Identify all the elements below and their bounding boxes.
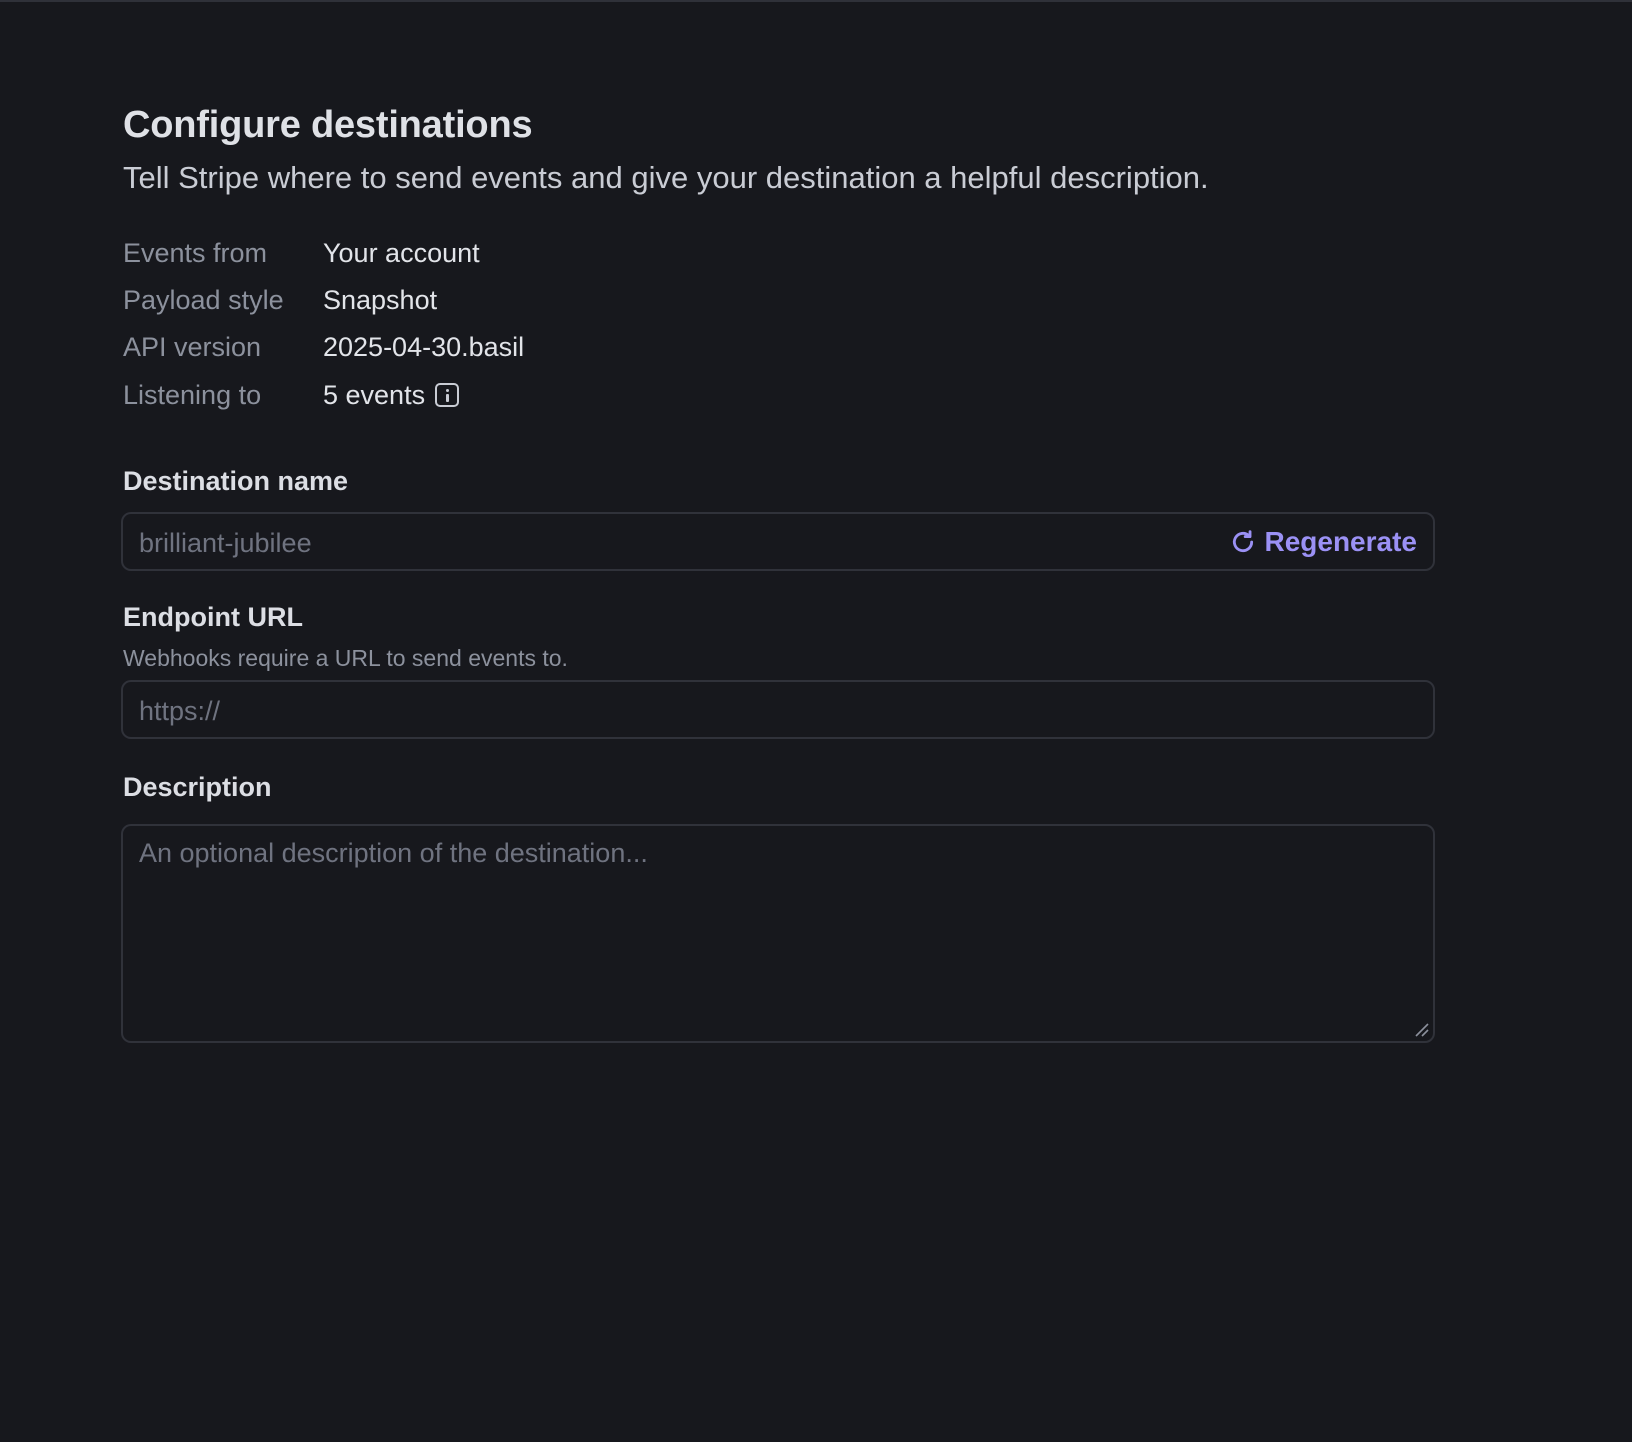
description-label: Description	[123, 772, 272, 802]
endpoint-url-placeholder: https://	[139, 696, 221, 726]
page-title: Configure destinations	[123, 104, 533, 146]
endpoint-url-help: Webhooks require a URL to send events to…	[123, 645, 568, 671]
refresh-icon	[1233, 530, 1254, 553]
events-count: 5 events	[323, 380, 426, 410]
description-textarea[interactable]: An optional description of the destinati…	[121, 824, 1435, 1043]
summary-value: Snapshot	[323, 285, 438, 315]
regenerate-button[interactable]: Regenerate	[1230, 526, 1417, 558]
destination-name-input[interactable]: brilliant-jubilee Regenerate	[121, 512, 1435, 571]
endpoint-url-input[interactable]: https://	[121, 680, 1435, 739]
summary-label: Events from	[123, 238, 268, 268]
description-placeholder: An optional description of the destinati…	[139, 838, 648, 868]
top-divider	[0, 0, 1632, 2]
summary-label: API version	[123, 332, 262, 362]
summary-value: 2025-04-30.basil	[323, 332, 525, 362]
page-subtitle: Tell Stripe where to send events and giv…	[123, 160, 1209, 195]
destination-name-label: Destination name	[123, 466, 349, 496]
summary-value-events: 5 events	[323, 380, 460, 411]
summary-value: Your account	[323, 238, 480, 268]
endpoint-url-label: Endpoint URL	[123, 602, 303, 632]
resize-handle-icon[interactable]	[1413, 1021, 1429, 1037]
destination-name-placeholder: brilliant-jubilee	[139, 528, 312, 558]
summary-label: Payload style	[123, 285, 284, 315]
regenerate-label: Regenerate	[1264, 526, 1417, 557]
summary-label: Listening to	[123, 380, 262, 410]
info-icon[interactable]	[435, 382, 460, 407]
